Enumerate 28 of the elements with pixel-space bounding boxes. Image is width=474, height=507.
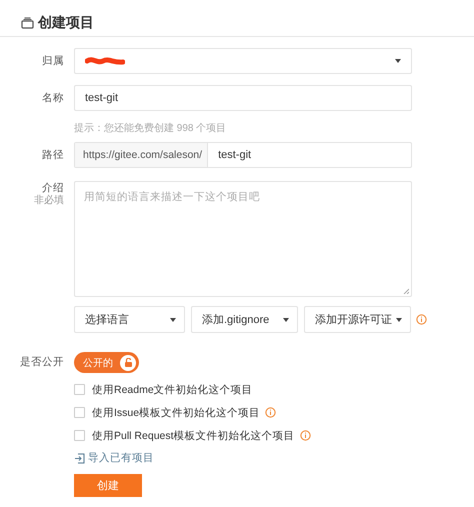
caret-icon: [396, 318, 402, 322]
checkbox-label: 使用Pull Request模板文件初始化这个项目: [92, 428, 295, 442]
checkbox-label: 使用Issue模板文件初始化这个项目: [92, 406, 260, 420]
import-icon: [74, 452, 85, 464]
dropdown[interactable]: 选择语言: [74, 306, 185, 333]
checkbox[interactable]: [74, 430, 85, 441]
optional-note: 非必填: [34, 195, 64, 207]
dropdown[interactable]: 添加开源许可证: [304, 306, 411, 333]
page-title: 创建项目: [38, 14, 94, 32]
name-field[interactable]: test-git: [74, 85, 412, 111]
checkbox-label: 使用Readme文件初始化这个项目: [92, 382, 253, 396]
unlock-icon: [124, 358, 132, 367]
caret-icon: [283, 318, 289, 322]
field-label: 介绍: [42, 181, 64, 194]
checkbox[interactable]: [74, 384, 85, 395]
field-label: 路径: [42, 148, 64, 163]
repository-icon: [21, 17, 34, 29]
field-label: 名称: [42, 91, 64, 106]
field-label: 是否公开: [20, 355, 64, 370]
field-label: 归属: [42, 54, 64, 69]
caret-icon: [395, 59, 401, 63]
import-link[interactable]: 导入已有项目: [88, 451, 154, 465]
owner-select[interactable]: [74, 48, 412, 74]
resize-handle-icon[interactable]: [403, 288, 409, 294]
hint-text: 提示：您还能免费创建 998 个项目: [74, 122, 228, 136]
dropdown[interactable]: 添加.gitignore: [191, 306, 298, 333]
checkbox[interactable]: [74, 407, 85, 418]
caret-icon: [170, 318, 176, 322]
